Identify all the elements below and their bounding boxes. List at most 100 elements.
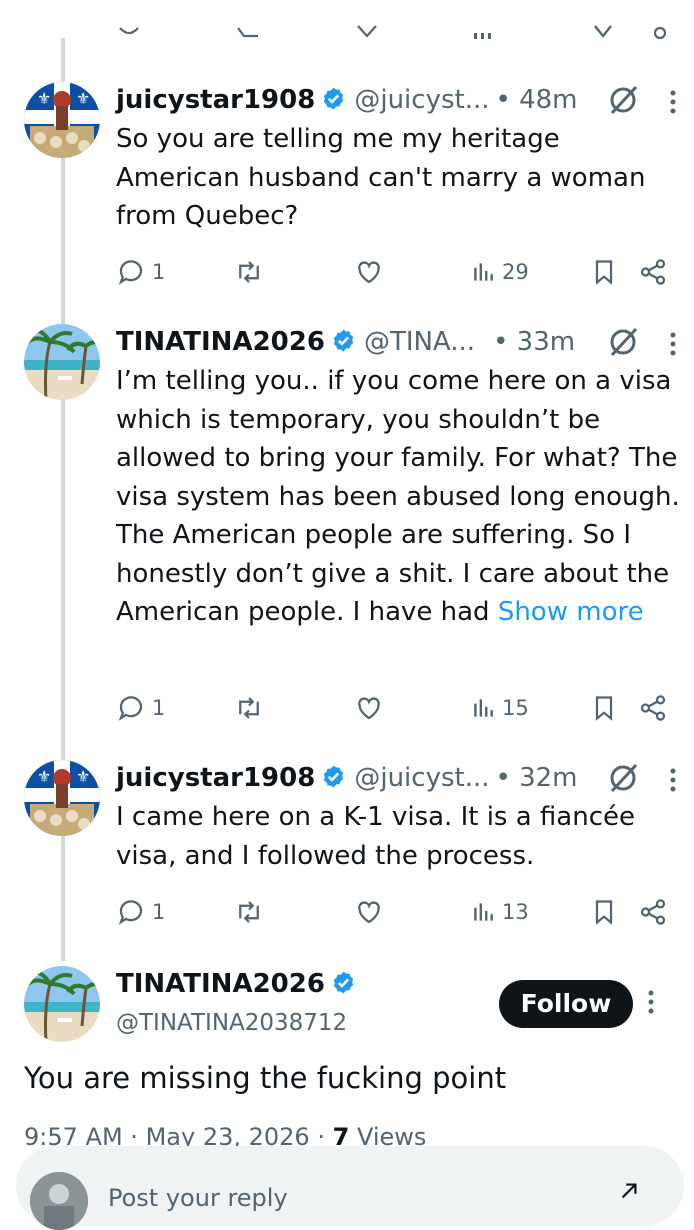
svg-text:⚜: ⚜	[37, 89, 51, 108]
post-actions: 1 29	[116, 252, 680, 292]
more-options-icon[interactable]	[670, 332, 676, 356]
share-icon[interactable]	[650, 24, 670, 40]
avatar[interactable]: ⚜ ⚜	[24, 82, 100, 158]
share-button[interactable]	[638, 892, 668, 932]
repost-button[interactable]	[234, 252, 264, 292]
views-button[interactable]: 13	[470, 892, 529, 932]
views-button[interactable]: 29	[470, 252, 529, 292]
bookmark-icon	[595, 696, 613, 721]
timestamp[interactable]: • 32m	[496, 763, 578, 793]
bookmark-icon[interactable]	[592, 24, 614, 40]
repost-icon	[239, 697, 259, 719]
reply-count: 1	[152, 696, 166, 720]
views-icon	[474, 903, 493, 921]
show-more-link[interactable]: Show more	[498, 597, 644, 627]
reply-count: 1	[152, 900, 166, 924]
bookmark-icon	[595, 900, 613, 925]
post-header: juicystar1908 @juicyst... • 48m	[116, 80, 680, 120]
reply-icon	[118, 696, 143, 721]
display-name[interactable]: TINATINA2026	[116, 966, 356, 1002]
repost-icon	[239, 261, 259, 283]
svg-text:⚜: ⚜	[37, 767, 51, 786]
post-header: TINATINA2026 @TINA... • 33m	[116, 322, 680, 362]
grok-icon[interactable]	[608, 762, 640, 794]
avatar	[30, 1172, 88, 1230]
repost-icon[interactable]	[236, 24, 262, 38]
verified-badge-icon	[324, 765, 344, 788]
bookmark-icon	[595, 260, 613, 285]
bookmark-button[interactable]	[590, 252, 618, 292]
post-actions: 1 13	[116, 892, 680, 932]
post-actions: 1 15	[116, 688, 680, 728]
display-name[interactable]: TINATINA2026	[116, 327, 325, 357]
post-text: So you are telling me my heritage Americ…	[116, 124, 646, 231]
views-icon	[474, 699, 493, 717]
repost-icon	[239, 901, 259, 923]
more-options-icon[interactable]	[648, 990, 654, 1014]
views-count: 29	[502, 260, 529, 284]
quebec-flag-avatar-icon: ⚜ ⚜	[24, 760, 100, 836]
reply-button[interactable]: 1	[116, 252, 165, 292]
avatar[interactable]: ⚜ ⚜	[24, 760, 100, 836]
follow-button[interactable]: Follow	[499, 980, 633, 1028]
svg-text:⚜: ⚜	[76, 767, 90, 786]
reply-composer[interactable]: Post your reply	[16, 1146, 684, 1230]
views-count: 15	[502, 696, 529, 720]
reply-icon[interactable]	[118, 26, 140, 38]
like-button[interactable]	[354, 892, 384, 932]
views-icon[interactable]	[472, 30, 496, 40]
beach-palm-avatar-icon	[24, 324, 100, 400]
reply-count: 1	[152, 260, 166, 284]
views-count: 13	[502, 900, 529, 924]
reply-button[interactable]: 1	[116, 892, 165, 932]
like-icon[interactable]	[356, 24, 378, 38]
views-icon	[474, 263, 493, 281]
like-button[interactable]	[354, 252, 384, 292]
svg-text:⚜: ⚜	[76, 89, 90, 108]
handle[interactable]: @TINA...	[364, 327, 475, 357]
verified-badge-icon	[324, 87, 344, 110]
post-text: You are missing the fucking point	[24, 1061, 507, 1095]
grok-icon[interactable]	[608, 326, 640, 358]
more-options-icon[interactable]	[670, 768, 676, 792]
like-icon	[358, 901, 380, 924]
reply-icon	[118, 900, 143, 925]
avatar[interactable]	[24, 324, 100, 400]
reply-icon	[118, 260, 143, 285]
handle[interactable]: @juicyst...	[354, 85, 489, 115]
repost-button[interactable]	[234, 892, 264, 932]
avatar[interactable]	[24, 966, 100, 1042]
quebec-flag-avatar-icon: ⚜ ⚜	[24, 82, 100, 158]
display-name-text: TINATINA2026	[116, 969, 325, 999]
timestamp[interactable]: • 48m	[496, 85, 578, 115]
post-text-body: I’m telling you.. if you come here on a …	[116, 366, 680, 627]
like-icon	[358, 261, 380, 284]
handle[interactable]: @juicyst...	[354, 763, 489, 793]
repost-button[interactable]	[234, 688, 264, 728]
display-name[interactable]: juicystar1908	[116, 763, 315, 793]
expand-arrow-icon[interactable]	[618, 1180, 640, 1202]
handle[interactable]: @TINATINA2038712	[116, 1006, 347, 1040]
beach-palm-avatar-icon	[24, 966, 100, 1042]
like-icon	[358, 697, 380, 720]
user-avatar-icon	[30, 1172, 88, 1230]
timestamp[interactable]: • 33m	[493, 327, 575, 357]
post-header: juicystar1908 @juicyst... • 32m	[116, 758, 680, 798]
bookmark-button[interactable]	[590, 688, 618, 728]
reply-button[interactable]: 1	[116, 688, 165, 728]
more-options-icon[interactable]	[670, 90, 676, 114]
share-icon	[640, 695, 666, 721]
views-button[interactable]: 15	[470, 688, 529, 728]
share-icon	[640, 899, 666, 925]
post-text: I’m telling you.. if you come here on a …	[116, 362, 680, 632]
like-button[interactable]	[354, 688, 384, 728]
share-icon	[640, 259, 666, 285]
bookmark-button[interactable]	[590, 892, 618, 932]
display-name[interactable]: juicystar1908	[116, 85, 315, 115]
share-button[interactable]	[638, 688, 668, 728]
verified-badge-icon	[333, 329, 354, 352]
reply-input[interactable]: Post your reply	[108, 1184, 288, 1212]
previous-post-actions-strip	[0, 0, 694, 40]
grok-icon[interactable]	[608, 84, 640, 116]
share-button[interactable]	[638, 252, 668, 292]
